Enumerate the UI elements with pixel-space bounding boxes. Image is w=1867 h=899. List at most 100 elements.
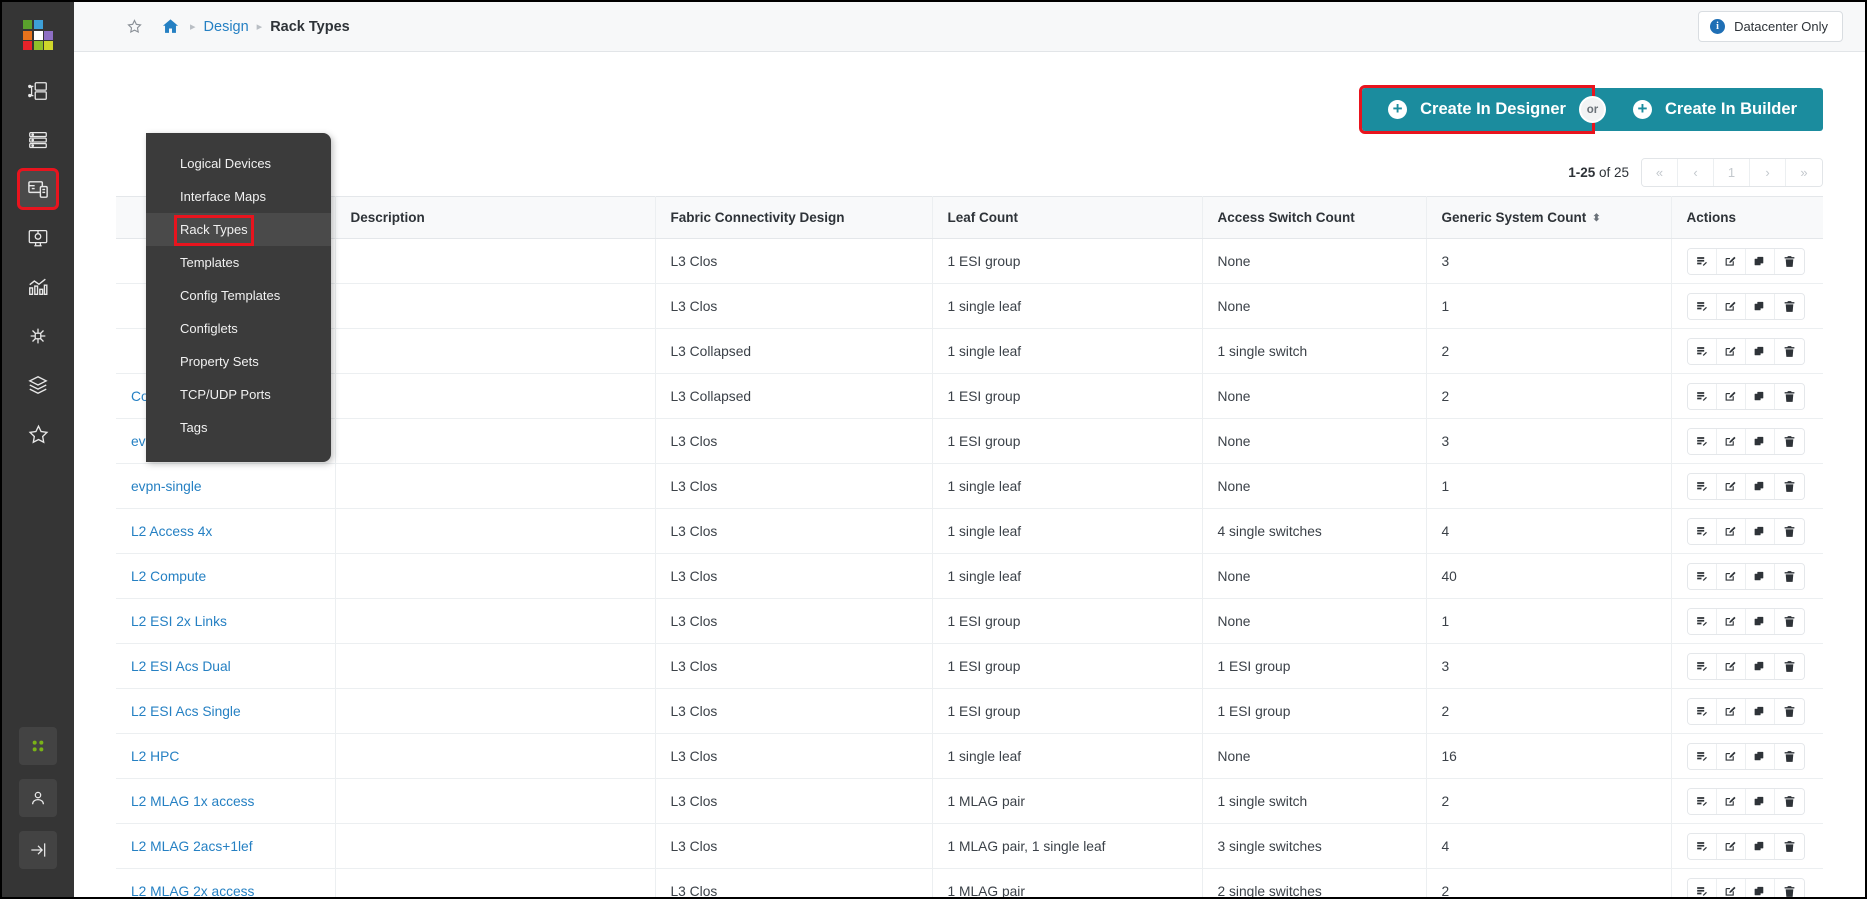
details-icon[interactable]: [1688, 564, 1717, 589]
menu-item-property-sets[interactable]: Property Sets: [146, 345, 331, 378]
clone-icon[interactable]: [1746, 654, 1775, 679]
delete-icon[interactable]: [1775, 339, 1804, 364]
details-icon[interactable]: [1688, 789, 1717, 814]
pagination-page-1-button[interactable]: 1: [1714, 159, 1750, 186]
edit-icon[interactable]: [1717, 744, 1746, 769]
edit-icon[interactable]: [1717, 879, 1746, 898]
delete-icon[interactable]: [1775, 699, 1804, 724]
edit-icon[interactable]: [1717, 294, 1746, 319]
pagination-prev-button[interactable]: ‹: [1678, 159, 1714, 186]
favorite-star-icon[interactable]: [126, 18, 143, 35]
rack-type-name-value[interactable]: L2 ESI 2x Links: [131, 614, 227, 629]
delete-icon[interactable]: [1775, 654, 1804, 679]
delete-icon[interactable]: [1775, 429, 1804, 454]
menu-item-templates[interactable]: Templates: [146, 246, 331, 279]
clone-icon[interactable]: [1746, 339, 1775, 364]
clone-icon[interactable]: [1746, 564, 1775, 589]
pagination-next-button[interactable]: ›: [1750, 159, 1786, 186]
delete-icon[interactable]: [1775, 609, 1804, 634]
edit-icon[interactable]: [1717, 564, 1746, 589]
edit-icon[interactable]: [1717, 384, 1746, 409]
sidebar-item-favorites[interactable]: [19, 415, 57, 453]
edit-icon[interactable]: [1717, 519, 1746, 544]
delete-icon[interactable]: [1775, 564, 1804, 589]
menu-item-logical-devices[interactable]: Logical Devices: [146, 147, 331, 180]
details-icon[interactable]: [1688, 609, 1717, 634]
sidebar-item-devices[interactable]: [19, 121, 57, 159]
edit-icon[interactable]: [1717, 249, 1746, 274]
clone-icon[interactable]: [1746, 429, 1775, 454]
rack-type-name-value[interactable]: L2 MLAG 2x access: [131, 884, 254, 898]
menu-item-tcp-udp-ports[interactable]: TCP/UDP Ports: [146, 378, 331, 411]
sidebar-item-design[interactable]: [19, 170, 57, 208]
details-icon[interactable]: [1688, 429, 1717, 454]
sidebar-item-resources[interactable]: [19, 219, 57, 257]
menu-item-config-templates[interactable]: Config Templates: [146, 279, 331, 312]
rack-type-name-value[interactable]: L2 Access 4x: [131, 524, 212, 539]
rack-type-name-value[interactable]: L2 MLAG 1x access: [131, 794, 254, 809]
clone-icon[interactable]: [1746, 789, 1775, 814]
logout-icon[interactable]: [19, 831, 57, 869]
menu-item-tags[interactable]: Tags: [146, 411, 331, 444]
create-in-builder-button[interactable]: + Create In Builder: [1593, 88, 1823, 131]
column-header-fabric-connectivity-design[interactable]: Fabric Connectivity Design: [655, 197, 932, 239]
delete-icon[interactable]: [1775, 879, 1804, 898]
column-header-leaf-count[interactable]: Leaf Count: [932, 197, 1202, 239]
delete-icon[interactable]: [1775, 789, 1804, 814]
sidebar-item-topology[interactable]: [19, 317, 57, 355]
clone-icon[interactable]: [1746, 519, 1775, 544]
rack-type-name-value[interactable]: L2 HPC: [131, 749, 179, 764]
edit-icon[interactable]: [1717, 654, 1746, 679]
delete-icon[interactable]: [1775, 834, 1804, 859]
edit-icon[interactable]: [1717, 429, 1746, 454]
details-icon[interactable]: [1688, 699, 1717, 724]
rack-type-name-value[interactable]: L2 ESI Acs Dual: [131, 659, 231, 674]
edit-icon[interactable]: [1717, 834, 1746, 859]
details-icon[interactable]: [1688, 249, 1717, 274]
column-header-access-switch-count[interactable]: Access Switch Count: [1202, 197, 1426, 239]
apstra-logo[interactable]: [23, 20, 53, 50]
details-icon[interactable]: [1688, 294, 1717, 319]
edit-icon[interactable]: [1717, 789, 1746, 814]
clone-icon[interactable]: [1746, 834, 1775, 859]
details-icon[interactable]: [1688, 654, 1717, 679]
menu-item-rack-types[interactable]: Rack Types: [146, 213, 331, 246]
delete-icon[interactable]: [1775, 249, 1804, 274]
rack-type-name-value[interactable]: L2 Compute: [131, 569, 206, 584]
sidebar-item-blueprints[interactable]: [19, 72, 57, 110]
edit-icon[interactable]: [1717, 699, 1746, 724]
clone-icon[interactable]: [1746, 699, 1775, 724]
clone-icon[interactable]: [1746, 294, 1775, 319]
sidebar-item-platform[interactable]: [19, 366, 57, 404]
details-icon[interactable]: [1688, 474, 1717, 499]
home-icon[interactable]: [161, 17, 180, 36]
datacenter-only-badge[interactable]: i Datacenter Only: [1698, 11, 1843, 42]
details-icon[interactable]: [1688, 339, 1717, 364]
user-icon[interactable]: [19, 779, 57, 817]
delete-icon[interactable]: [1775, 519, 1804, 544]
clone-icon[interactable]: [1746, 249, 1775, 274]
clone-icon[interactable]: [1746, 879, 1775, 898]
clone-icon[interactable]: [1746, 744, 1775, 769]
details-icon[interactable]: [1688, 879, 1717, 898]
clone-icon[interactable]: [1746, 609, 1775, 634]
delete-icon[interactable]: [1775, 384, 1804, 409]
edit-icon[interactable]: [1717, 339, 1746, 364]
details-icon[interactable]: [1688, 519, 1717, 544]
breadcrumb-design[interactable]: Design: [204, 19, 249, 35]
delete-icon[interactable]: [1775, 474, 1804, 499]
rack-type-name-value[interactable]: L2 MLAG 2acs+1lef: [131, 839, 253, 854]
clone-icon[interactable]: [1746, 474, 1775, 499]
details-icon[interactable]: [1688, 834, 1717, 859]
clone-icon[interactable]: [1746, 384, 1775, 409]
pagination-first-button[interactable]: «: [1642, 159, 1678, 186]
pagination-last-button[interactable]: »: [1786, 159, 1822, 186]
edit-icon[interactable]: [1717, 609, 1746, 634]
details-icon[interactable]: [1688, 744, 1717, 769]
column-header-generic-system-count[interactable]: Generic System Count⬍: [1426, 197, 1671, 239]
column-header-description[interactable]: Description: [335, 197, 655, 239]
delete-icon[interactable]: [1775, 294, 1804, 319]
sort-icon[interactable]: ⬍: [1592, 214, 1600, 224]
menu-item-configlets[interactable]: Configlets: [146, 312, 331, 345]
menu-item-interface-maps[interactable]: Interface Maps: [146, 180, 331, 213]
